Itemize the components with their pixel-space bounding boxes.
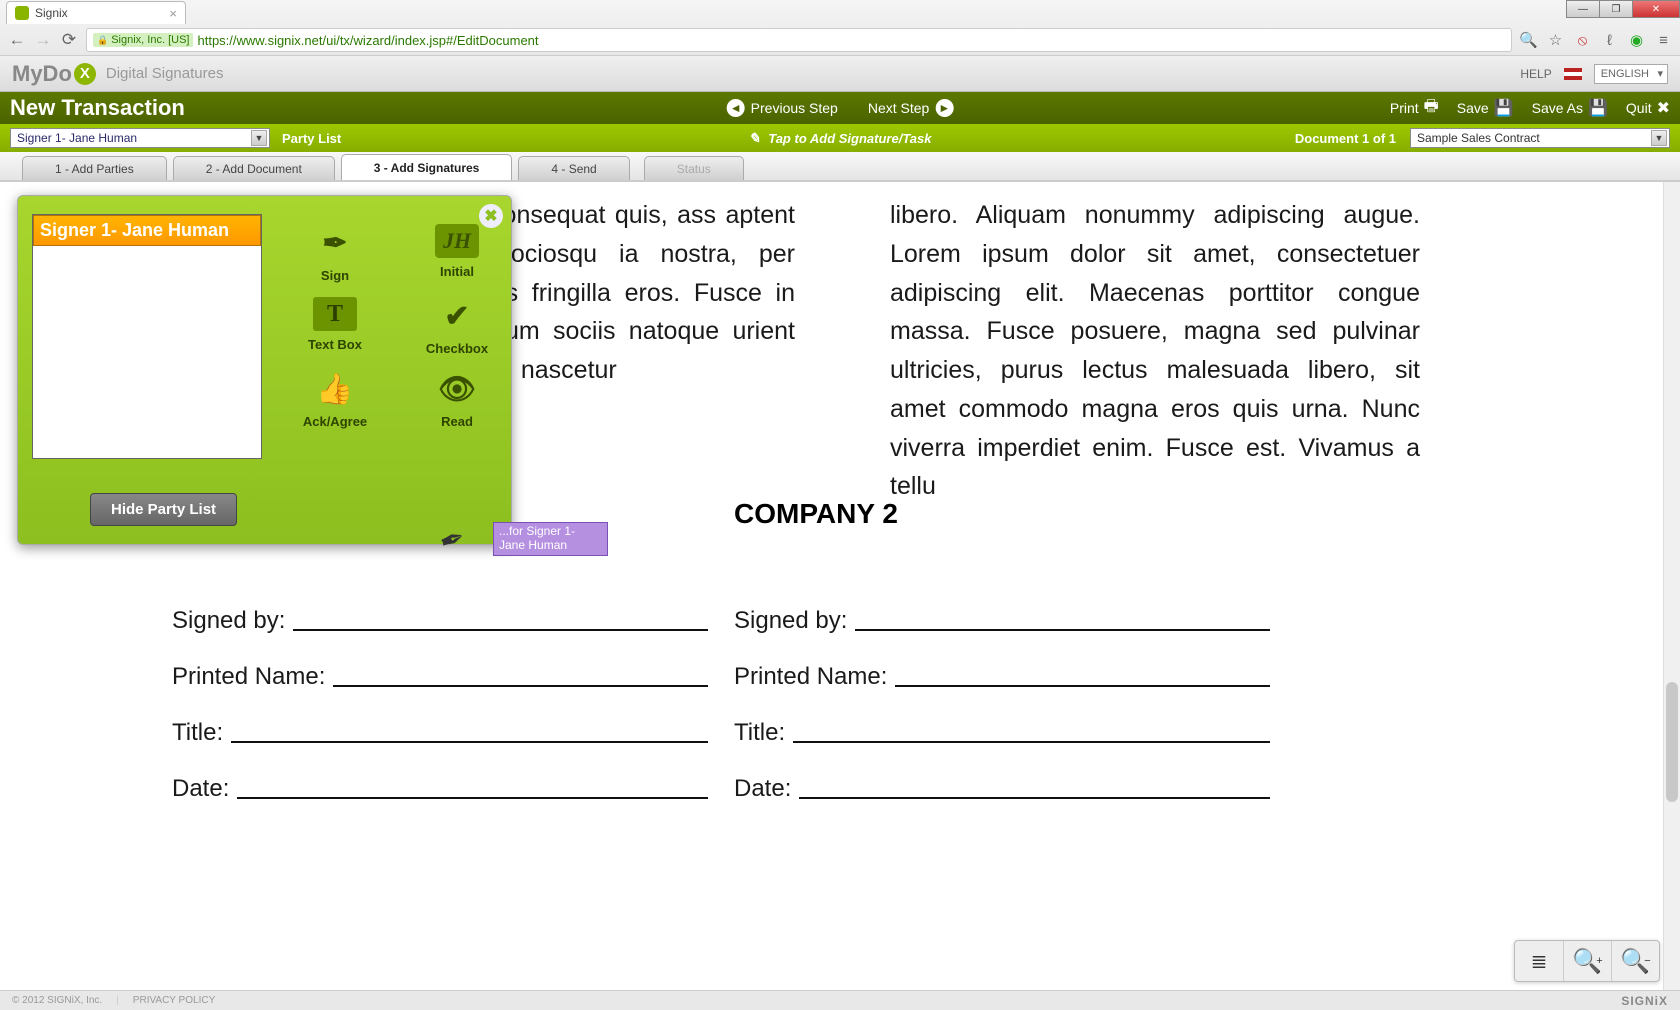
tab-title: Signix: [35, 6, 68, 20]
forward-button[interactable]: →: [34, 31, 52, 49]
signature-block-1: Signed by: Printed Name: Title: Date:: [172, 607, 708, 831]
text-width-button[interactable]: ≣: [1515, 941, 1563, 981]
save-button[interactable]: Save💾: [1457, 95, 1514, 122]
menu-icon[interactable]: ≡: [1655, 32, 1672, 49]
close-window-button[interactable]: ✕: [1632, 0, 1680, 18]
url-row: ← → ⟳ Signix, Inc. [US] https://www.sign…: [0, 24, 1680, 56]
minimize-button[interactable]: —: [1566, 0, 1600, 18]
back-button[interactable]: ←: [8, 31, 26, 49]
transaction-title: New Transaction: [10, 95, 185, 121]
copyright: © 2012 SIGNiX, Inc.: [12, 995, 102, 1006]
save-as-button[interactable]: Save As💾: [1532, 95, 1608, 122]
privacy-policy-link[interactable]: PRIVACY POLICY: [133, 995, 215, 1006]
reload-button[interactable]: ⟳: [60, 31, 78, 49]
read-tool[interactable]: 👁Read: [408, 370, 506, 429]
hide-party-list-button[interactable]: Hide Party List: [90, 493, 237, 526]
wizard-tabs: 1 - Add Parties 2 - Add Document 3 - Add…: [0, 152, 1680, 182]
save-icon: 💾: [1494, 98, 1514, 118]
key-icon[interactable]: ℓ: [1601, 32, 1618, 49]
evernote-icon[interactable]: ◉: [1628, 32, 1645, 49]
party-list-label: Party List: [282, 131, 341, 146]
tab-add-document[interactable]: 2 - Add Document: [173, 156, 335, 180]
adblock-icon[interactable]: ⦸: [1574, 32, 1591, 49]
logo-x-icon: X: [74, 63, 96, 85]
caret-down-icon: ▼: [1651, 130, 1667, 146]
pen-icon: ✎: [749, 130, 761, 147]
logo: MyDoX: [12, 61, 96, 87]
next-step-button[interactable]: Next Step►: [868, 99, 953, 117]
https-badge: Signix, Inc. [US]: [93, 33, 193, 47]
print-button[interactable]: Print🖶: [1390, 95, 1439, 122]
app-header: MyDoX Digital Signatures HELP ENGLISH: [0, 56, 1680, 92]
eye-icon: 👁: [432, 370, 482, 408]
url-text: https://www.signix.net/ui/tx/wizard/inde…: [197, 33, 538, 48]
maximize-button[interactable]: ❐: [1599, 0, 1633, 18]
print-icon: 🖶: [1424, 95, 1439, 122]
zoom-text-icon[interactable]: 🔍: [1520, 32, 1537, 49]
tab-status[interactable]: Status: [644, 156, 744, 180]
check-icon: ✔: [432, 297, 482, 335]
company-2-heading: COMPANY 2: [734, 498, 898, 530]
signature-block-2: Signed by: Printed Name: Title: Date:: [734, 607, 1270, 831]
signer-list-item[interactable]: Signer 1- Jane Human: [33, 215, 261, 246]
textbox-icon: T: [313, 297, 357, 331]
zoom-out-button[interactable]: 🔍−: [1611, 941, 1659, 981]
browser-tab[interactable]: Signix ×: [6, 1, 186, 24]
initial-tool[interactable]: JHInitial: [408, 224, 506, 283]
url-bar[interactable]: Signix, Inc. [US] https://www.signix.net…: [86, 28, 1512, 52]
document-select[interactable]: Sample Sales Contract▼: [1410, 128, 1670, 148]
textbox-tool[interactable]: TText Box: [286, 297, 384, 356]
quit-icon: ✖: [1657, 98, 1670, 118]
bookmark-icon[interactable]: ☆: [1547, 32, 1564, 49]
help-link[interactable]: HELP: [1520, 67, 1551, 81]
sign-tool[interactable]: ✒Sign: [286, 224, 384, 283]
ack-agree-tool[interactable]: 👍Ack/Agree: [286, 370, 384, 429]
tab-strip: Signix × — ❐ ✕: [0, 0, 1680, 24]
tagline: Digital Signatures: [106, 65, 224, 82]
document-count: Document 1 of 1: [1295, 131, 1396, 146]
signer-select[interactable]: Signer 1- Jane Human▼: [10, 128, 270, 148]
thumbs-up-icon: 👍: [310, 370, 360, 408]
sub-bar: Signer 1- Jane Human▼ Party List ✎ Tap t…: [0, 124, 1680, 152]
favicon: [15, 6, 29, 20]
scrollbar-thumb[interactable]: [1666, 682, 1678, 802]
vertical-scrollbar[interactable]: [1663, 182, 1680, 990]
checkbox-tool[interactable]: ✔Checkbox: [408, 297, 506, 356]
doc-column-2: libero. Aliquam nonummy adipiscing augue…: [890, 196, 1420, 506]
zoom-controls: ≣ 🔍+ 🔍−: [1514, 940, 1660, 982]
footer: © 2012 SIGNiX, Inc. | PRIVACY POLICY SIG…: [0, 990, 1680, 1010]
signer-list[interactable]: Signer 1- Jane Human: [32, 214, 262, 459]
arrow-left-icon: ◄: [727, 99, 745, 117]
drag-placement-label[interactable]: ...for Signer 1-Jane Human: [493, 522, 608, 556]
previous-step-button[interactable]: ◄Previous Step: [727, 99, 838, 117]
tap-to-add-hint: ✎ Tap to Add Signature/Task: [749, 130, 932, 147]
browser-chrome: Signix × — ❐ ✕ ← → ⟳ Signix, Inc. [US] h…: [0, 0, 1680, 56]
transaction-bar: New Transaction ◄Previous Step Next Step…: [0, 92, 1680, 124]
caret-down-icon: ▼: [251, 130, 267, 146]
tab-add-signatures[interactable]: 3 - Add Signatures: [341, 154, 513, 180]
initials-icon: JH: [435, 224, 479, 258]
zoom-in-button[interactable]: 🔍+: [1563, 941, 1611, 981]
language-select[interactable]: ENGLISH: [1594, 64, 1668, 84]
pen-icon: ✒: [310, 224, 360, 262]
tab-close-icon[interactable]: ×: [169, 6, 177, 21]
signature-tools: ✒Sign JHInitial TText Box ✔Checkbox 👍Ack…: [286, 224, 506, 429]
arrow-right-icon: ►: [935, 99, 953, 117]
extension-icons: 🔍 ☆ ⦸ ℓ ◉ ≡: [1520, 32, 1672, 49]
footer-brand: SIGNiX: [1621, 994, 1668, 1008]
flag-us-icon: [1564, 68, 1582, 80]
tab-add-parties[interactable]: 1 - Add Parties: [22, 156, 167, 180]
window-controls: — ❐ ✕: [1567, 0, 1680, 18]
save-as-icon: 💾: [1588, 98, 1608, 118]
tab-send[interactable]: 4 - Send: [518, 156, 629, 180]
quit-button[interactable]: Quit✖: [1626, 95, 1670, 122]
party-panel: ✖ Signer 1- Jane Human ✒Sign JHInitial T…: [17, 195, 512, 545]
